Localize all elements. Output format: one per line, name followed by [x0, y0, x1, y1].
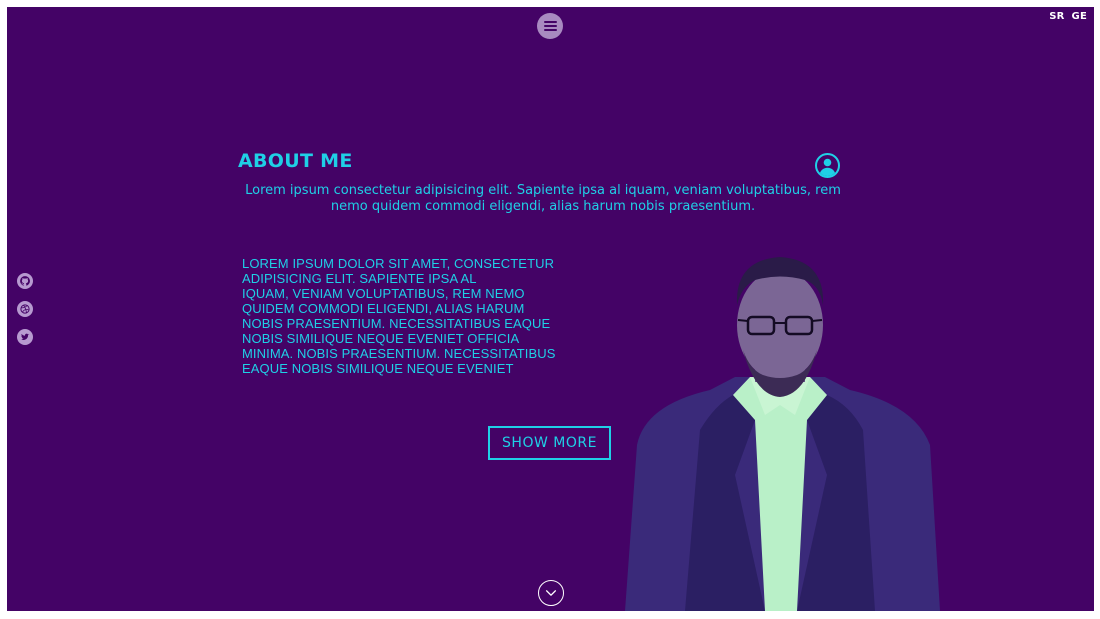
page-frame: SR GE ABOUT ME Lorem ipsum consectetur a…	[7, 7, 1094, 611]
about-body-line: EAQUE NOBIS SIMILIQUE NEQUE EVENIET	[242, 361, 514, 376]
about-title: ABOUT ME	[238, 150, 353, 172]
language-ge[interactable]: GE	[1072, 11, 1087, 22]
chevron-down-icon[interactable]	[538, 580, 564, 606]
about-intro: Lorem ipsum consectetur adipisicing elit…	[245, 183, 841, 214]
social-links	[17, 273, 33, 345]
about-body-line: MINIMA. NOBIS PRAESENTIUM. NECESSITATIBU…	[242, 346, 556, 361]
show-more-button[interactable]: SHOW MORE	[488, 426, 611, 460]
language-sr[interactable]: SR	[1049, 11, 1064, 22]
hamburger-icon[interactable]	[537, 13, 563, 39]
language-switcher: SR GE	[1049, 11, 1087, 22]
portrait-image	[625, 257, 940, 611]
about-body-line: NOBIS SIMILIQUE NEQUE EVENIET OFFICIA	[242, 331, 520, 346]
user-icon	[815, 153, 840, 178]
about-body-line: LOREM IPSUM DOLOR SIT AMET, CONSECTETUR	[242, 256, 555, 271]
about-body-line: QUIDEM COMMODI ELIGENDI, ALIAS HARUM	[242, 301, 525, 316]
about-body: LOREM IPSUM DOLOR SIT AMET, CONSECTETUR …	[242, 256, 588, 376]
about-body-line: IQUAM, VENIAM VOLUPTATIBUS, REM NEMO	[242, 286, 525, 301]
about-body-line: ADIPISICING ELIT. SAPIENTE IPSA AL	[242, 271, 477, 286]
about-body-line: NOBIS PRAESENTIUM. NECESSITATIBUS EAQUE	[242, 316, 551, 331]
twitter-icon[interactable]	[17, 329, 33, 345]
github-icon[interactable]	[17, 273, 33, 289]
dribbble-icon[interactable]	[17, 301, 33, 317]
